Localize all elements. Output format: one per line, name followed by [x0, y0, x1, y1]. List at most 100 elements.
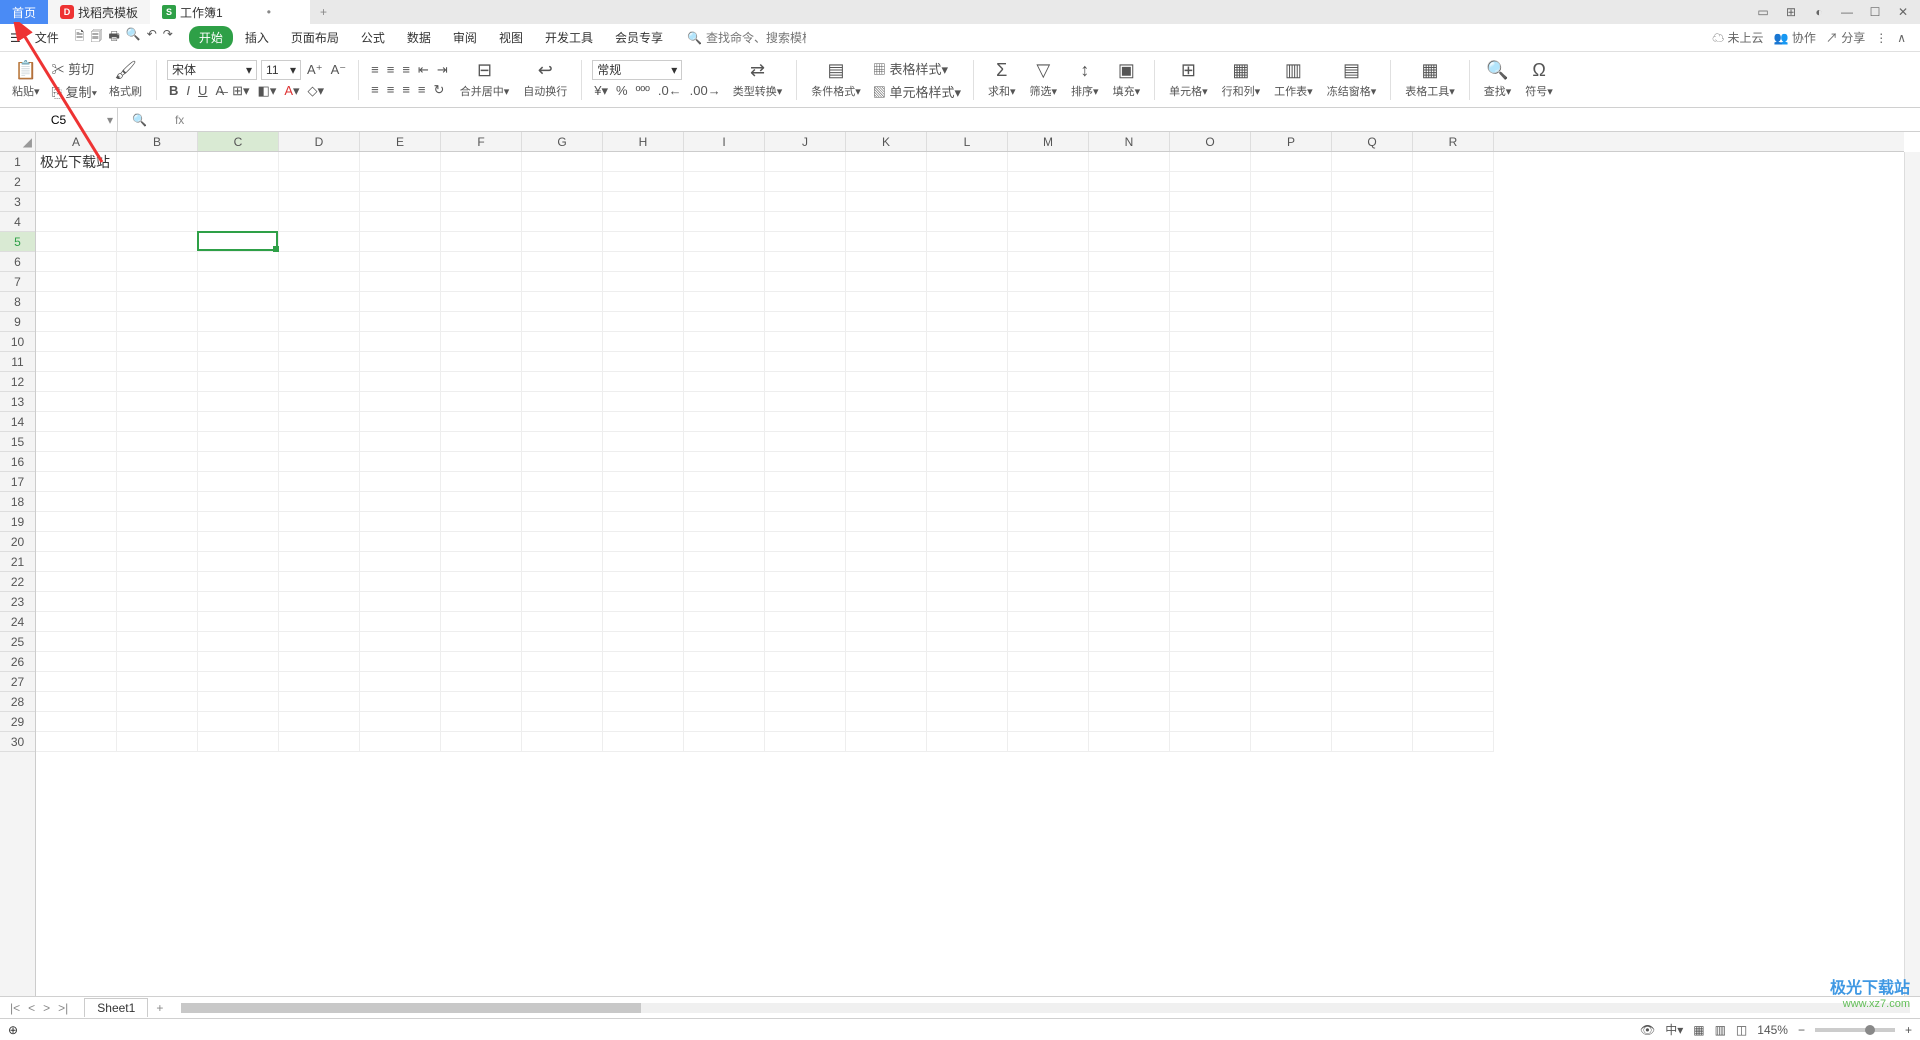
cell[interactable]: [1008, 592, 1089, 612]
cell[interactable]: [684, 452, 765, 472]
cell[interactable]: [441, 712, 522, 732]
cell[interactable]: [1008, 372, 1089, 392]
cell[interactable]: [1251, 512, 1332, 532]
hamburger-icon[interactable]: ☰: [6, 31, 25, 45]
cell[interactable]: [927, 712, 1008, 732]
cell[interactable]: [1251, 352, 1332, 372]
cell[interactable]: [117, 332, 198, 352]
cell[interactable]: [765, 672, 846, 692]
cell[interactable]: [117, 172, 198, 192]
cell[interactable]: [603, 692, 684, 712]
cell[interactable]: [360, 672, 441, 692]
cell[interactable]: [117, 492, 198, 512]
cell[interactable]: [1413, 692, 1494, 712]
cell[interactable]: [360, 432, 441, 452]
cell[interactable]: [1089, 272, 1170, 292]
cell[interactable]: [1008, 712, 1089, 732]
cell[interactable]: [603, 552, 684, 572]
align-middle-icon[interactable]: ≡: [385, 61, 397, 78]
cell[interactable]: [765, 532, 846, 552]
cell[interactable]: [1089, 472, 1170, 492]
cell[interactable]: [360, 412, 441, 432]
cell[interactable]: [684, 432, 765, 452]
cell[interactable]: [846, 472, 927, 492]
cell[interactable]: [198, 452, 279, 472]
clear-format-button[interactable]: ◇▾: [306, 82, 327, 100]
cell[interactable]: [36, 432, 117, 452]
cell[interactable]: [279, 312, 360, 332]
cell[interactable]: [765, 152, 846, 172]
sheet-tab-sheet1[interactable]: Sheet1: [84, 998, 148, 1017]
cell[interactable]: [1170, 672, 1251, 692]
cell[interactable]: [684, 272, 765, 292]
cell[interactable]: [1413, 312, 1494, 332]
cell[interactable]: [1332, 312, 1413, 332]
row-header[interactable]: 22: [0, 572, 35, 592]
cell[interactable]: [846, 732, 927, 752]
cell[interactable]: [117, 272, 198, 292]
ribbon-tab-formula[interactable]: 公式: [351, 26, 395, 49]
cell[interactable]: [927, 332, 1008, 352]
cell[interactable]: [279, 372, 360, 392]
cell[interactable]: [603, 432, 684, 452]
cell[interactable]: [117, 612, 198, 632]
cell[interactable]: [1170, 512, 1251, 532]
cell[interactable]: [1008, 572, 1089, 592]
cell[interactable]: [1332, 272, 1413, 292]
cell[interactable]: [603, 152, 684, 172]
cell[interactable]: [1413, 652, 1494, 672]
cell[interactable]: [1251, 632, 1332, 652]
cell[interactable]: [1332, 172, 1413, 192]
cell[interactable]: [1413, 372, 1494, 392]
cell[interactable]: [846, 232, 927, 252]
cell[interactable]: [765, 252, 846, 272]
align-left-icon[interactable]: ≡: [369, 81, 381, 98]
cell[interactable]: [765, 472, 846, 492]
cell[interactable]: [603, 612, 684, 632]
cell[interactable]: [1008, 732, 1089, 752]
cell[interactable]: [1008, 252, 1089, 272]
cell[interactable]: [1089, 572, 1170, 592]
cell[interactable]: [279, 212, 360, 232]
cell[interactable]: [927, 652, 1008, 672]
cell[interactable]: [684, 552, 765, 572]
cell[interactable]: [603, 332, 684, 352]
cell[interactable]: [441, 632, 522, 652]
cell[interactable]: [441, 272, 522, 292]
cell[interactable]: [1008, 492, 1089, 512]
cell[interactable]: [603, 312, 684, 332]
tab-document[interactable]: S 工作簿1 •: [150, 0, 310, 24]
cell[interactable]: [117, 212, 198, 232]
font-name-combo[interactable]: 宋体▾: [167, 60, 257, 80]
cell[interactable]: [360, 732, 441, 752]
cell[interactable]: [1170, 352, 1251, 372]
cell[interactable]: [198, 272, 279, 292]
cell[interactable]: [1251, 452, 1332, 472]
cell[interactable]: [441, 472, 522, 492]
zoom-level[interactable]: 145%: [1757, 1023, 1788, 1037]
cell[interactable]: [927, 672, 1008, 692]
cell[interactable]: [36, 372, 117, 392]
cell[interactable]: [1413, 512, 1494, 532]
cell[interactable]: [279, 392, 360, 412]
cell[interactable]: [1413, 452, 1494, 472]
cell[interactable]: [1089, 292, 1170, 312]
cell[interactable]: [1089, 712, 1170, 732]
column-header[interactable]: E: [360, 132, 441, 151]
cell[interactable]: [603, 592, 684, 612]
qat-redo-icon[interactable]: ↷: [163, 27, 173, 48]
window-maximize-button[interactable]: ☐: [1866, 5, 1884, 19]
cell[interactable]: [684, 652, 765, 672]
cell[interactable]: [522, 472, 603, 492]
cell[interactable]: [1089, 672, 1170, 692]
cell[interactable]: [1089, 392, 1170, 412]
cell[interactable]: [1170, 612, 1251, 632]
cell[interactable]: [441, 552, 522, 572]
cell[interactable]: [684, 392, 765, 412]
cell[interactable]: [765, 172, 846, 192]
cell[interactable]: [765, 632, 846, 652]
cell[interactable]: [36, 212, 117, 232]
cell[interactable]: [360, 292, 441, 312]
cell[interactable]: [765, 592, 846, 612]
cell[interactable]: [1008, 532, 1089, 552]
